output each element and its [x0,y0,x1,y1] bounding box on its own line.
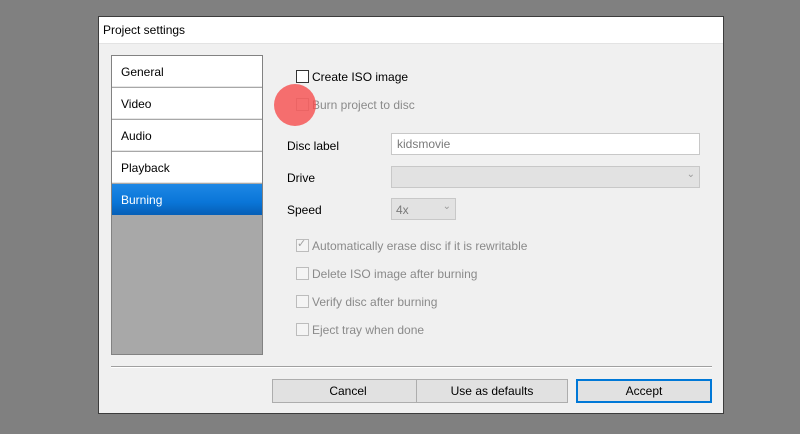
burn-to-disc-checkbox[interactable] [296,98,309,111]
sidebar-item-label: Audio [121,129,152,143]
verify-disc-label[interactable]: Verify disc after burning [312,295,437,309]
auto-erase-label[interactable]: Automatically erase disc if it is rewrit… [312,239,527,253]
accept-button[interactable]: Accept [576,379,712,403]
divider [111,366,712,368]
sidebar-item-label: Playback [121,161,170,175]
chevron-down-icon: ⌄ [686,169,695,180]
settings-category-list: General Video Audio Playback Burning [111,55,263,355]
sidebar-item-general[interactable]: General [112,56,262,87]
drive-label: Drive [287,171,316,185]
sidebar-item-playback[interactable]: Playback [112,152,262,183]
sidebar-item-audio[interactable]: Audio [112,120,262,151]
project-settings-dialog: Project settings General Video Audio Pla… [98,16,724,414]
sidebar-item-label: Video [121,97,152,111]
disc-label-value: kidsmovie [397,137,451,151]
disc-label-label: Disc label [287,139,340,153]
delete-iso-checkbox[interactable] [296,267,309,280]
sidebar-item-video[interactable]: Video [112,88,262,119]
window-title: Project settings [103,23,186,37]
disc-label-input[interactable]: kidsmovie [391,133,700,155]
create-iso-checkbox[interactable] [296,70,309,83]
title-bar[interactable]: Project settings [99,17,723,44]
auto-erase-checkbox[interactable]: ✓ [296,238,309,252]
verify-disc-checkbox[interactable] [296,295,309,308]
delete-iso-label[interactable]: Delete ISO image after burning [312,267,477,281]
eject-tray-label[interactable]: Eject tray when done [312,323,424,337]
drive-dropdown[interactable]: ⌄ [391,166,700,188]
create-iso-label[interactable]: Create ISO image [312,70,408,84]
use-as-defaults-button[interactable]: Use as defaults [416,379,568,403]
speed-dropdown[interactable]: 4x ⌄ [391,198,456,220]
burn-to-disc-label[interactable]: Burn project to disc [312,98,415,112]
sidebar-item-label: General [121,65,164,79]
chevron-down-icon: ⌄ [442,201,451,212]
cancel-button[interactable]: Cancel [272,379,424,403]
eject-tray-checkbox[interactable] [296,323,309,336]
sidebar-item-label: Burning [121,193,163,207]
checkmark-icon: ✓ [297,238,307,250]
speed-label: Speed [287,203,322,217]
sidebar-item-burning[interactable]: Burning [112,184,262,215]
speed-value: 4x [396,203,409,217]
